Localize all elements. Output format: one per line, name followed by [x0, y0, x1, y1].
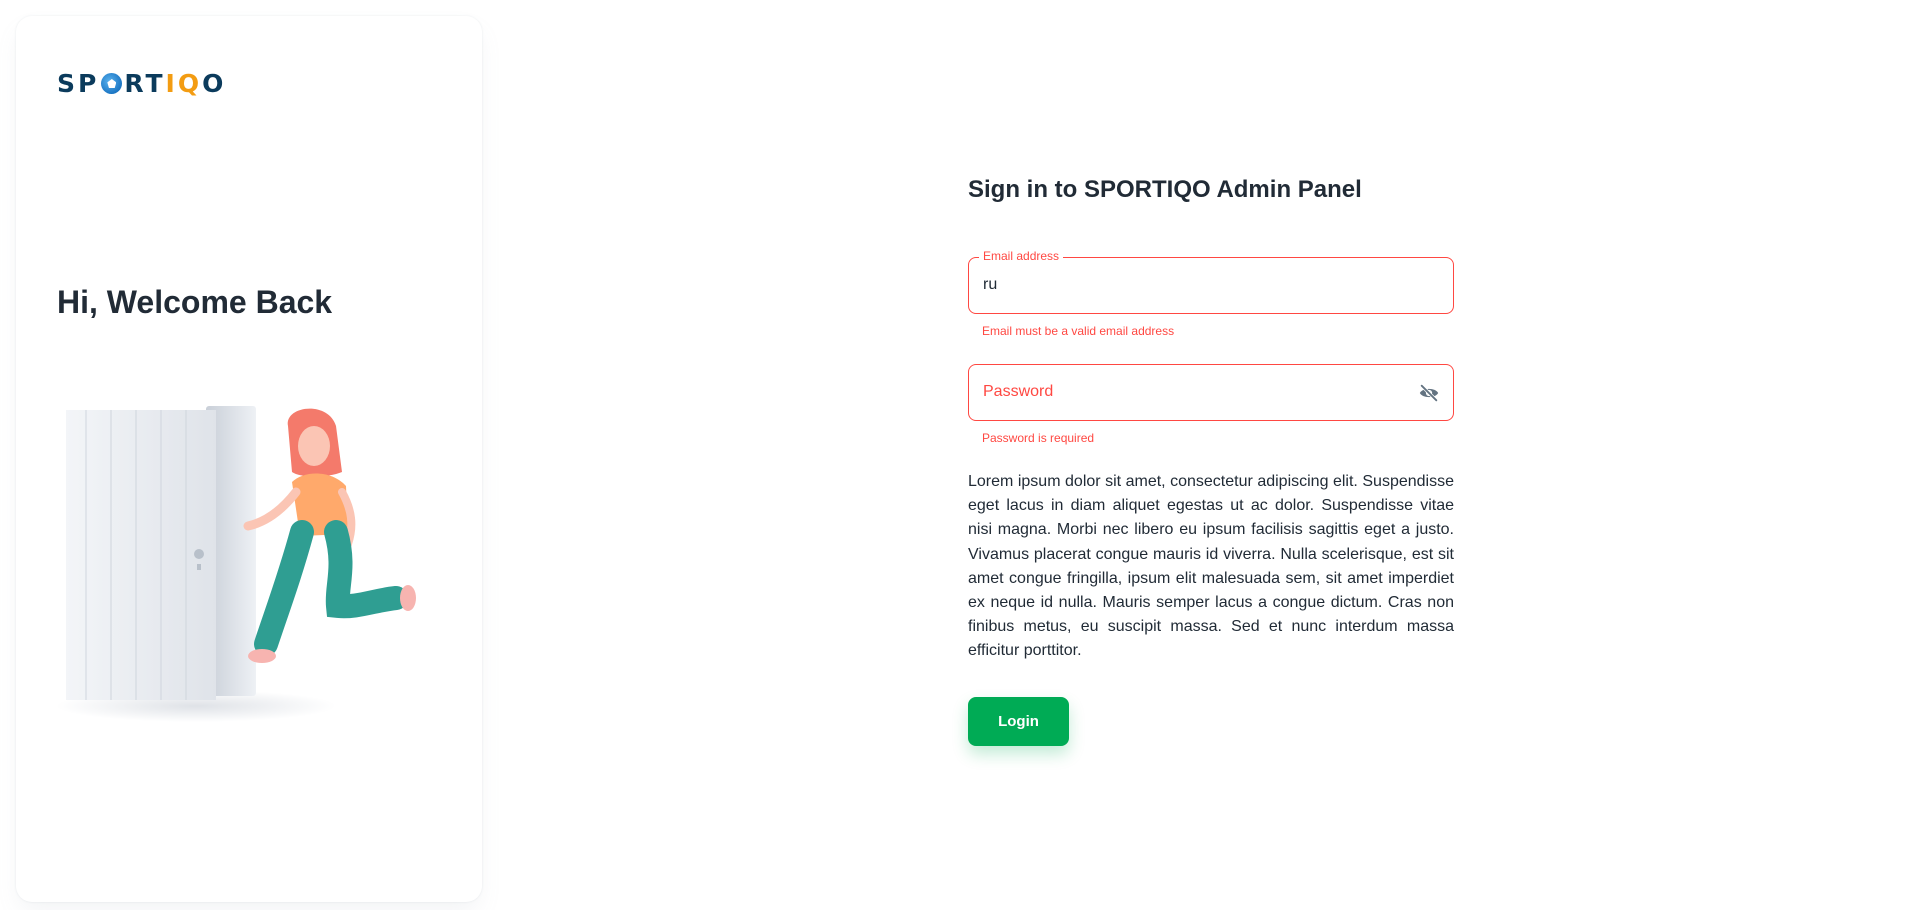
email-error-text: Email must be a valid email address: [982, 324, 1175, 338]
email-field[interactable]: Email address ru: [968, 249, 1454, 314]
login-button[interactable]: Login: [968, 697, 1069, 746]
password-field[interactable]: Password: [968, 364, 1454, 421]
eye-off-icon[interactable]: [1415, 379, 1443, 407]
form-title: Sign in to SPORTIQO Admin Panel: [968, 176, 1362, 203]
logo-text-o: O: [202, 69, 227, 98]
soccer-ball-icon: [101, 73, 123, 94]
description-text: Lorem ipsum dolor sit amet, consectetur …: [968, 473, 1454, 660]
logo-text-iq: IQ: [165, 69, 203, 98]
email-label: Email address: [979, 249, 1064, 263]
welcome-side-card: SP RT IQ O Hi, Welcome Back: [16, 16, 482, 902]
password-input[interactable]: Password: [983, 383, 1053, 401]
email-input[interactable]: ru: [983, 276, 997, 294]
logo-text-rt: RT: [124, 69, 166, 98]
logo-text-sp: SP: [57, 69, 100, 98]
welcome-heading: Hi, Welcome Back: [57, 284, 333, 320]
person-leaving-door-illustration: [56, 406, 416, 722]
sportiqo-logo[interactable]: SP RT IQ O: [57, 69, 226, 98]
password-error-text: Password is required: [982, 431, 1095, 445]
